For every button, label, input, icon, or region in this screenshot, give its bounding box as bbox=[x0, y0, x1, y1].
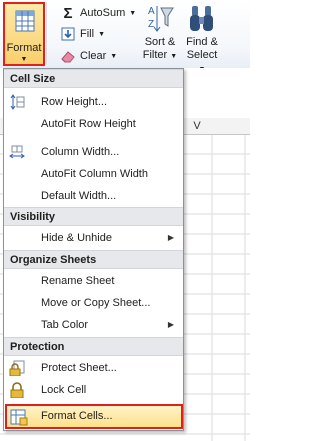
format-cells-grid-icon bbox=[15, 10, 35, 32]
sort-filter-line1: Sort & bbox=[144, 36, 176, 48]
svg-text:Z: Z bbox=[148, 19, 154, 30]
fill-down-icon bbox=[60, 26, 76, 42]
menu-item-autofit-row-height[interactable]: AutoFit Row Height bbox=[4, 113, 183, 135]
sigma-icon: Σ bbox=[63, 4, 73, 22]
menu-item-rename-sheet[interactable]: Rename Sheet bbox=[4, 270, 183, 292]
menu-item-hide-unhide[interactable]: Hide & Unhide ▶ bbox=[4, 227, 183, 249]
clear-button[interactable]: Clear ▼ bbox=[60, 47, 117, 65]
rename-sheet-label: Rename Sheet bbox=[41, 275, 115, 287]
chevron-down-icon: ▼ bbox=[110, 52, 118, 60]
ribbon-editing-group: Format ▼ Σ AutoSum ▼ Fill ▼ Clear ▼ A Z … bbox=[0, 0, 250, 73]
row-height-icon bbox=[10, 94, 25, 110]
clear-label: Clear bbox=[80, 50, 107, 62]
lock-cell-label: Lock Cell bbox=[41, 384, 87, 396]
format-dropdown-menu: Cell Size Row Height... AutoFit Row Heig… bbox=[3, 68, 184, 431]
move-copy-sheet-label: Move or Copy Sheet... bbox=[41, 297, 151, 309]
chevron-down-icon: ▼ bbox=[20, 56, 28, 63]
protect-sheet-label: Protect Sheet... bbox=[41, 362, 117, 374]
sort-filter-line2: Filter ▼ bbox=[142, 49, 178, 61]
menu-item-row-height[interactable]: Row Height... bbox=[4, 91, 183, 113]
menu-item-lock-cell[interactable]: Lock Cell bbox=[4, 379, 183, 401]
autofit-row-height-label: AutoFit Row Height bbox=[41, 118, 136, 130]
submenu-arrow-icon: ▶ bbox=[167, 320, 174, 329]
ribbon-separator bbox=[46, 2, 47, 64]
menu-item-protect-sheet[interactable]: Protect Sheet... bbox=[4, 357, 183, 379]
find-select-line1: Find & bbox=[186, 36, 218, 48]
autosum-label: AutoSum bbox=[80, 7, 126, 19]
menu-item-column-width[interactable]: Column Width... bbox=[4, 141, 183, 163]
sort-filter-button[interactable]: A Z Sort & Filter ▼ bbox=[140, 2, 180, 66]
autofit-column-width-label: AutoFit Column Width bbox=[41, 168, 148, 180]
column-width-icon bbox=[9, 145, 25, 159]
menu-item-move-copy-sheet[interactable]: Move or Copy Sheet... bbox=[4, 292, 183, 314]
section-organize-sheets: Organize Sheets bbox=[4, 250, 183, 269]
menu-item-autofit-column-width[interactable]: AutoFit Column Width bbox=[4, 163, 183, 185]
column-header-v[interactable]: V bbox=[182, 118, 212, 134]
column-width-label: Column Width... bbox=[41, 146, 120, 158]
default-width-label: Default Width... bbox=[41, 190, 117, 202]
lock-icon bbox=[10, 382, 24, 398]
section-cell-size: Cell Size bbox=[4, 69, 183, 88]
chevron-down-icon: ▼ bbox=[98, 30, 105, 38]
protect-sheet-icon bbox=[9, 360, 25, 376]
autosum-button[interactable]: Σ AutoSum ▼ bbox=[60, 4, 136, 22]
menu-item-tab-color[interactable]: Tab Color ▶ bbox=[4, 314, 183, 336]
binoculars-icon bbox=[190, 6, 213, 31]
menu-item-default-width[interactable]: Default Width... bbox=[4, 185, 183, 207]
submenu-arrow-icon: ▶ bbox=[167, 233, 174, 242]
format-cells-label: Format Cells... bbox=[41, 410, 113, 422]
row-height-label: Row Height... bbox=[41, 96, 108, 108]
menu-item-format-cells[interactable]: Format Cells... bbox=[5, 404, 183, 429]
svg-text:A: A bbox=[148, 6, 155, 17]
chevron-down-icon: ▼ bbox=[129, 9, 137, 17]
section-visibility: Visibility bbox=[4, 207, 183, 226]
fill-button[interactable]: Fill ▼ bbox=[60, 25, 105, 43]
tab-color-label: Tab Color bbox=[41, 319, 89, 331]
format-button[interactable]: Format ▼ bbox=[3, 2, 45, 66]
sort-filter-icon: A Z bbox=[148, 6, 174, 32]
format-label: Format bbox=[6, 42, 42, 54]
format-cells-icon bbox=[10, 409, 28, 426]
section-protection: Protection bbox=[4, 337, 183, 356]
eraser-icon bbox=[60, 48, 76, 64]
hide-unhide-label: Hide & Unhide bbox=[41, 232, 112, 244]
fill-label: Fill bbox=[80, 28, 95, 40]
find-select-button[interactable]: Find & Select ▼ bbox=[182, 2, 222, 73]
